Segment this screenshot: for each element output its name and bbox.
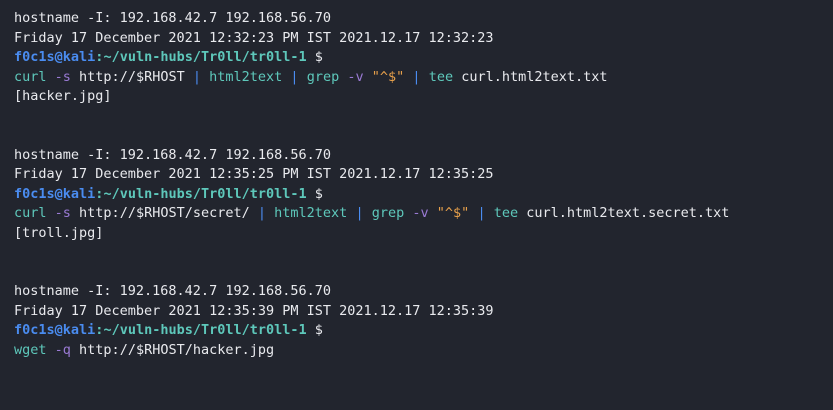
prompt-user: f0c1s — [14, 185, 55, 202]
command-name: curl — [14, 205, 47, 221]
blank-lines — [14, 243, 833, 282]
command-argument — [429, 205, 437, 221]
command-argument: http://$RHOST — [70, 68, 193, 85]
command-flag: -v — [347, 68, 364, 85]
prompt-host: kali — [62, 185, 96, 202]
command-name: curl — [14, 68, 47, 85]
shell-prompt: f0c1s@kali:~/vuln-hubs/Tr0ll/tr0ll-1 $ — [14, 185, 833, 205]
command-line[interactable]: curl -s http://$RHOST/secret/ | html2tex… — [14, 204, 833, 224]
command-argument — [364, 69, 372, 85]
command-argument — [266, 205, 274, 221]
prompt-symbol: $ — [306, 49, 323, 65]
blank-lines — [14, 107, 833, 146]
prompt-host: kali — [62, 322, 96, 338]
command-block: hostname -I: 192.168.42.7 192.168.56.70 … — [14, 9, 833, 107]
command-argument: curl.html2text.txt — [453, 68, 608, 85]
pipe-operator: | — [257, 205, 266, 221]
command-output: [troll.jpg] — [14, 224, 104, 241]
hostname-line: hostname -I: 192.168.42.7 192.168.56.70 — [14, 10, 331, 26]
prompt-at: @ — [54, 322, 63, 338]
command-argument — [201, 69, 209, 85]
command-flag: -q — [54, 341, 71, 358]
pipe-operator: | — [355, 205, 364, 221]
command-flag: -v — [412, 205, 429, 221]
command-name: grep — [371, 205, 405, 221]
command-argument — [47, 342, 55, 358]
prompt-symbol: $ — [306, 322, 323, 338]
prompt-path: ~/vuln-hubs/Tr0ll/tr0ll-1 — [103, 185, 307, 202]
hostname-line: hostname -I: 192.168.42.7 192.168.56.70 — [14, 146, 331, 163]
command-flag: -s — [54, 68, 71, 85]
command-argument: curl.html2text.secret.txt — [518, 205, 730, 221]
command-argument: http://$RHOST/secret/ — [70, 205, 258, 221]
date-line: Friday 17 December 2021 12:35:25 PM IST … — [14, 166, 494, 182]
command-argument — [364, 205, 372, 221]
terminal-window[interactable]: hostname -I: 192.168.42.7 192.168.56.70 … — [0, 0, 833, 410]
prompt-at: @ — [54, 185, 63, 202]
date-line: Friday 17 December 2021 12:32:23 PM IST … — [14, 29, 494, 46]
shell-prompt: f0c1s@kali:~/vuln-hubs/Tr0ll/tr0ll-1 $ — [14, 321, 833, 341]
prompt-path: ~/vuln-hubs/Tr0ll/tr0ll-1 — [103, 49, 307, 65]
pipe-operator: | — [290, 68, 299, 85]
pipe-operator: | — [192, 68, 201, 85]
prompt-path: ~/vuln-hubs/Tr0ll/tr0ll-1 — [103, 322, 307, 338]
prompt-user: f0c1s — [14, 49, 55, 65]
string-literal: "^$" — [436, 205, 470, 221]
command-flag: -s — [54, 205, 71, 221]
prompt-at: @ — [54, 49, 63, 65]
command-block: hostname -I: 192.168.42.7 192.168.56.70 … — [14, 146, 833, 244]
command-argument — [299, 69, 307, 85]
command-argument: http://$RHOST/hacker.jpg — [70, 341, 275, 358]
hostname-line: hostname -I: 192.168.42.7 192.168.56.70 — [14, 283, 331, 299]
string-literal: "^$" — [371, 68, 405, 85]
command-name: tee — [493, 205, 519, 221]
command-name: html2text — [274, 205, 348, 221]
command-block: hostname -I: 192.168.42.7 192.168.56.70 … — [14, 282, 833, 360]
command-line[interactable]: curl -s http://$RHOST | html2text | grep… — [14, 68, 833, 88]
command-output: [hacker.jpg] — [14, 88, 112, 104]
command-argument — [486, 205, 494, 221]
shell-prompt: f0c1s@kali:~/vuln-hubs/Tr0ll/tr0ll-1 $ — [14, 48, 833, 68]
command-name: grep — [306, 68, 340, 85]
command-name: html2text — [209, 68, 283, 85]
command-name: tee — [428, 68, 454, 85]
prompt-user: f0c1s — [14, 322, 55, 338]
command-name: wget — [14, 341, 47, 358]
command-argument — [421, 69, 429, 85]
pipe-operator: | — [412, 68, 421, 85]
command-argument — [47, 205, 55, 221]
command-line[interactable]: wget -q http://$RHOST/hacker.jpg — [14, 341, 833, 361]
prompt-host: kali — [62, 49, 96, 65]
date-line: Friday 17 December 2021 12:35:39 PM IST … — [14, 302, 494, 319]
command-argument — [47, 69, 55, 85]
pipe-operator: | — [477, 205, 486, 221]
prompt-symbol: $ — [306, 185, 323, 202]
